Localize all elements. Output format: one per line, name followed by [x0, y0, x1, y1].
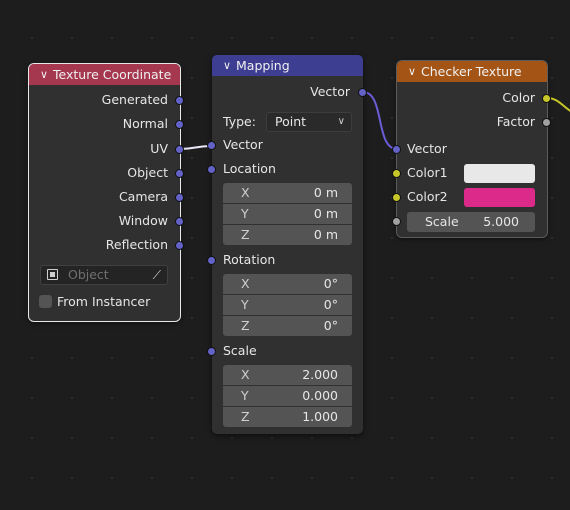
scale-label: Scale: [223, 343, 257, 358]
rotation-x-field[interactable]: X 0°: [223, 274, 352, 294]
socket-object[interactable]: [175, 169, 184, 178]
axis-label: Z: [241, 409, 250, 424]
rotation-y-field[interactable]: Y 0°: [223, 295, 352, 315]
socket-window[interactable]: [175, 217, 184, 226]
object-picker-field[interactable]: Object ⟋: [40, 265, 168, 285]
axis-label: X: [241, 185, 250, 200]
type-label: Type:: [223, 114, 256, 129]
texture-coordinate-node[interactable]: ∨ Texture Coordinate Generated Normal UV…: [28, 63, 184, 322]
axis-value: 0 m: [313, 206, 338, 221]
socket-uv[interactable]: [175, 145, 184, 154]
axis-value: 0°: [323, 318, 338, 333]
output-window: Window: [118, 213, 168, 228]
axis-label: Y: [241, 297, 249, 312]
texture-coordinate-header[interactable]: ∨ Texture Coordinate: [29, 64, 180, 85]
node-title: Mapping: [236, 58, 290, 73]
collapse-chevron-icon[interactable]: ∨: [403, 65, 421, 78]
scale-x-field[interactable]: X 2.000: [223, 365, 352, 385]
scale-fields: X 2.000 Y 0.000 Z 1.000: [223, 365, 352, 427]
axis-value: 0 m: [313, 227, 338, 242]
output-vector-label: Vector: [310, 84, 350, 99]
axis-label: X: [241, 367, 250, 382]
axis-value: 0.000: [302, 388, 338, 403]
from-instancer-label: From Instancer: [57, 294, 151, 309]
socket-output-factor[interactable]: [542, 118, 551, 127]
socket-output-color[interactable]: [542, 94, 551, 103]
scale-field[interactable]: Scale 5.000: [407, 212, 535, 232]
type-dropdown[interactable]: Point ∨: [266, 112, 352, 132]
output-object: Object: [127, 165, 168, 180]
output-uv: UV: [150, 141, 168, 156]
collapse-chevron-icon[interactable]: ∨: [218, 59, 236, 72]
rotation-label: Rotation: [223, 252, 276, 267]
socket-rotation[interactable]: [207, 256, 216, 265]
object-placeholder: Object: [68, 267, 109, 282]
checker-texture-header[interactable]: ∨ Checker Texture: [397, 61, 547, 82]
axis-value: 0°: [323, 276, 338, 291]
output-reflection: Reflection: [105, 237, 168, 252]
socket-scale[interactable]: [392, 217, 401, 226]
socket-color1[interactable]: [392, 169, 401, 178]
axis-label: Y: [241, 388, 249, 403]
input-vector-label: Vector: [223, 137, 263, 152]
link-mapping-to-checker-vector[interactable]: [362, 91, 398, 150]
output-color-label: Color: [502, 90, 535, 105]
mapping-header[interactable]: ∨ Mapping: [212, 55, 363, 76]
color2-label: Color2: [407, 189, 448, 204]
input-vector-label: Vector: [407, 141, 447, 156]
color1-swatch[interactable]: [464, 164, 535, 183]
from-instancer-checkbox[interactable]: [39, 295, 52, 308]
socket-output-vector[interactable]: [358, 88, 367, 97]
scale-z-field[interactable]: Z 1.000: [223, 407, 352, 427]
output-generated: Generated: [101, 92, 168, 107]
socket-scale[interactable]: [207, 347, 216, 356]
eyedropper-icon[interactable]: ⟋: [153, 267, 161, 283]
scale-y-field[interactable]: Y 0.000: [223, 386, 352, 406]
rotation-fields: X 0° Y 0° Z 0°: [223, 274, 352, 336]
output-camera: Camera: [118, 189, 168, 204]
collapse-chevron-icon[interactable]: ∨: [35, 68, 53, 81]
node-title: Checker Texture: [421, 64, 522, 79]
axis-label: X: [241, 276, 250, 291]
axis-label: Z: [241, 318, 250, 333]
socket-input-vector[interactable]: [392, 145, 401, 154]
location-fields: X 0 m Y 0 m Z 0 m: [223, 183, 352, 245]
chevron-down-icon: ∨: [337, 116, 345, 127]
rotation-z-field[interactable]: Z 0°: [223, 316, 352, 336]
socket-color2[interactable]: [392, 193, 401, 202]
checker-texture-node[interactable]: ∨ Checker Texture Color Factor Vector Co…: [392, 60, 551, 238]
axis-label: Y: [241, 206, 249, 221]
mapping-node[interactable]: ∨ Mapping Vector Type: Point ∨ Vector Lo…: [207, 55, 367, 434]
color1-label: Color1: [407, 165, 448, 180]
type-dropdown-value: Point: [275, 114, 307, 129]
axis-label: Z: [241, 227, 250, 242]
location-z-field[interactable]: Z 0 m: [223, 225, 352, 245]
location-x-field[interactable]: X 0 m: [223, 183, 352, 203]
axis-value: 1.000: [302, 409, 338, 424]
socket-normal[interactable]: [175, 120, 184, 129]
location-y-field[interactable]: Y 0 m: [223, 204, 352, 224]
axis-value: 0 m: [313, 185, 338, 200]
axis-value: 2.000: [302, 367, 338, 382]
node-title: Texture Coordinate: [53, 67, 172, 82]
socket-input-vector[interactable]: [207, 141, 216, 150]
location-label: Location: [223, 161, 276, 176]
socket-generated[interactable]: [175, 96, 184, 105]
color2-swatch[interactable]: [464, 188, 535, 207]
axis-value: 0°: [323, 297, 338, 312]
scale-label: Scale: [425, 214, 459, 229]
output-normal: Normal: [122, 116, 168, 131]
object-cube-icon: [47, 269, 58, 280]
socket-reflection[interactable]: [175, 241, 184, 250]
socket-camera[interactable]: [175, 193, 184, 202]
output-factor-label: Factor: [496, 114, 535, 129]
socket-location[interactable]: [207, 165, 216, 174]
scale-value: 5.000: [483, 214, 519, 229]
